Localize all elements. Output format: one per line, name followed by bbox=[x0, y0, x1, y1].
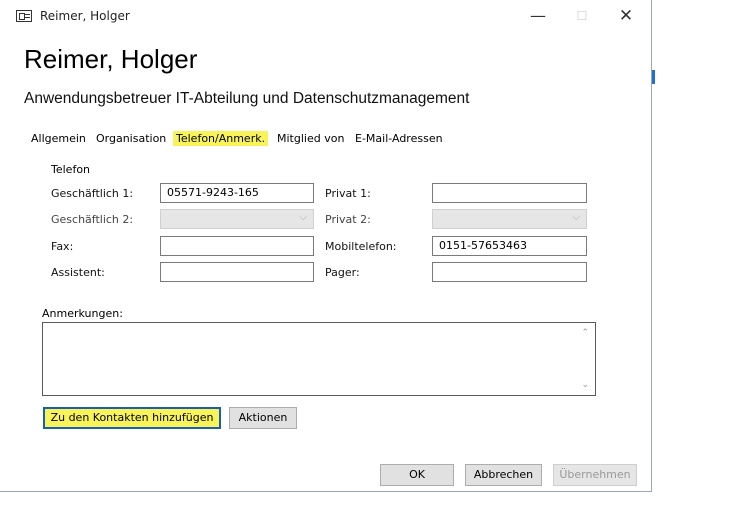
anmerkungen-textarea[interactable]: ⌃ ⌄ bbox=[42, 322, 596, 396]
minimize-button[interactable]: — bbox=[518, 4, 558, 30]
background-window-edge bbox=[652, 70, 655, 84]
telefon-group-label: Telefon bbox=[51, 163, 91, 176]
fax-label: Fax: bbox=[51, 240, 74, 253]
window-title: Reimer, Holger bbox=[40, 9, 130, 23]
maximize-button[interactable]: ☐ bbox=[562, 4, 602, 30]
pager-label: Pager: bbox=[325, 266, 360, 279]
contact-card-icon bbox=[16, 10, 32, 22]
scroll-down-icon[interactable]: ⌄ bbox=[581, 380, 589, 390]
tab-organisation[interactable]: Organisation bbox=[96, 131, 166, 146]
assistent-label: Assistent: bbox=[51, 266, 105, 279]
pager-field[interactable] bbox=[432, 262, 587, 282]
scroll-up-icon[interactable]: ⌃ bbox=[581, 328, 589, 338]
close-button[interactable]: ✕ bbox=[606, 4, 646, 30]
mobiltelefon-label: Mobiltelefon: bbox=[325, 240, 397, 253]
chevron-down-icon: ⌵ bbox=[299, 212, 307, 223]
privat2-dropdown[interactable]: ⌵ bbox=[432, 209, 587, 229]
privat1-field[interactable] bbox=[432, 183, 587, 203]
chevron-down-icon: ⌵ bbox=[572, 212, 580, 223]
mobiltelefon-field[interactable]: 0151-57653463 bbox=[432, 236, 587, 256]
cancel-button[interactable]: Abbrechen bbox=[465, 464, 542, 486]
tab-email-adressen[interactable]: E-Mail-Adressen bbox=[355, 131, 443, 146]
ok-button[interactable]: OK bbox=[380, 464, 454, 486]
geschaeftlich2-label: Geschäftlich 2: bbox=[51, 213, 134, 226]
tab-allgemein[interactable]: Allgemein bbox=[31, 131, 86, 146]
tab-telefon-anmerk[interactable]: Telefon/Anmerk. bbox=[173, 131, 269, 146]
contact-role: Anwendungsbetreuer IT-Abteilung und Date… bbox=[24, 90, 470, 107]
apply-button[interactable]: Übernehmen bbox=[553, 464, 637, 486]
geschaeftlich1-label: Geschäftlich 1: bbox=[51, 187, 134, 200]
aktionen-button[interactable]: Aktionen bbox=[229, 407, 297, 429]
tab-mitglied-von[interactable]: Mitglied von bbox=[277, 131, 344, 146]
assistent-field[interactable] bbox=[160, 262, 314, 282]
fax-field[interactable] bbox=[160, 236, 314, 256]
contact-name: Reimer, Holger bbox=[24, 44, 198, 74]
contact-properties-dialog: Reimer, Holger — ☐ ✕ Reimer, Holger Anwe… bbox=[0, 0, 652, 492]
add-to-contacts-button[interactable]: Zu den Kontakten hinzufügen bbox=[43, 407, 221, 429]
geschaeftlich1-field[interactable]: 05571-9243-165 bbox=[160, 183, 314, 203]
privat1-label: Privat 1: bbox=[325, 187, 371, 200]
privat2-label: Privat 2: bbox=[325, 213, 371, 226]
geschaeftlich2-dropdown[interactable]: ⌵ bbox=[160, 209, 314, 229]
anmerkungen-label: Anmerkungen: bbox=[42, 307, 123, 320]
